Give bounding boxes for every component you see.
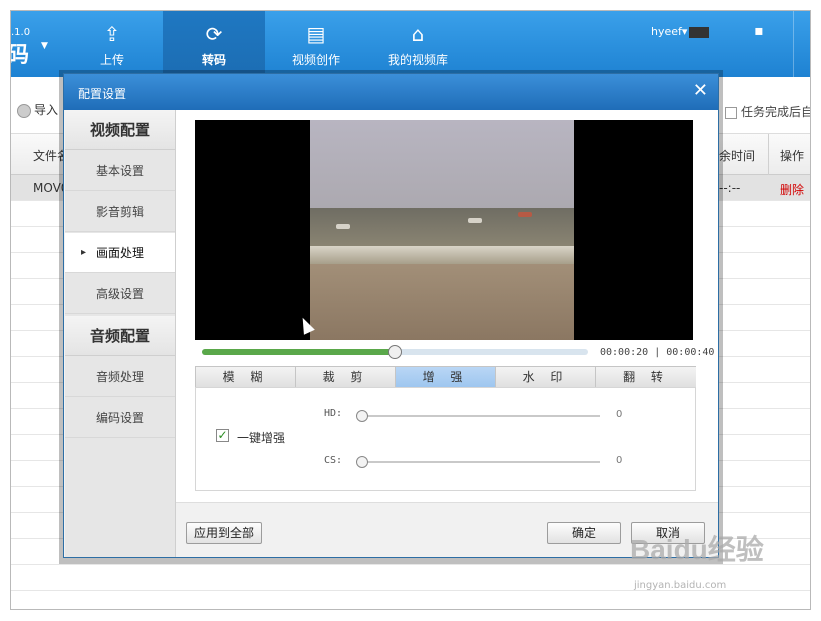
processing-tabs: 模 糊 裁 剪 增 强 水 印 翻 转 xyxy=(195,366,696,388)
user-menu[interactable]: hyeef▾ xyxy=(651,25,710,38)
sidebar-item-advanced-settings[interactable]: 高级设置 xyxy=(65,274,175,314)
username: hyeef xyxy=(651,25,682,38)
caret-icon: ▾ xyxy=(681,25,688,38)
total-time: 00:00:40 xyxy=(666,347,715,358)
top-navigation-bar: .1.0 码 ▼ ⇪ 上传 ⟳ 转码 ▤ 视频创作 ⌂ 我的视频库 hyeef▾… xyxy=(11,11,810,77)
config-sidebar: 视频配置 基本设置 影音剪辑 画面处理 高级设置 音频配置 音频处理 编码设置 xyxy=(65,110,176,557)
cs-slider[interactable] xyxy=(356,456,600,468)
tab-blur[interactable]: 模 糊 xyxy=(196,367,296,387)
video-boat xyxy=(336,224,350,229)
nav-video-create[interactable]: ▤ 视频创作 xyxy=(265,11,367,77)
column-action[interactable]: 操作 xyxy=(780,147,804,164)
sidebar-item-audio-processing[interactable]: 音频处理 xyxy=(65,357,175,397)
app-brand: .1.0 码 ▼ xyxy=(11,11,61,77)
nav-video-create-label: 视频创作 xyxy=(291,53,340,67)
home-icon: ⌂ xyxy=(411,22,425,46)
seek-progress xyxy=(202,349,395,355)
config-content: 00:00:20 | 00:00:40 模 糊 裁 剪 增 强 水 印 翻 转 … xyxy=(176,110,718,557)
video-boat xyxy=(518,212,532,217)
hd-slider-label: HD: xyxy=(324,408,343,419)
watermark-brand: Baidu经验 xyxy=(630,534,764,565)
convert-icon: ⟳ xyxy=(205,22,223,46)
cs-slider-label: CS: xyxy=(324,455,343,466)
import-button[interactable]: 导入 xyxy=(17,101,58,118)
column-divider xyxy=(768,134,769,176)
nav-video-library-label: 我的视频库 xyxy=(387,53,448,67)
video-frame xyxy=(310,120,574,340)
seek-bar[interactable] xyxy=(202,345,588,359)
task-done-label: 任务完成后自 xyxy=(741,105,811,119)
video-sky xyxy=(310,120,574,208)
watermark-url: jingyan.baidu.com xyxy=(634,580,727,591)
nav-upload-label: 上传 xyxy=(99,53,124,67)
apply-to-all-button[interactable]: 应用到全部 xyxy=(186,522,262,544)
app-name: 码 xyxy=(11,37,29,69)
film-icon: ▤ xyxy=(306,22,326,46)
dialog-title-bar[interactable]: 配置设置 ✕ xyxy=(64,74,718,110)
task-done-option[interactable]: 任务完成后自 xyxy=(725,103,811,120)
tab-flip[interactable]: 翻 转 xyxy=(596,367,696,387)
notification-icon[interactable]: ▪ xyxy=(751,23,767,39)
video-boat xyxy=(468,218,482,223)
nav-convert-label: 转码 xyxy=(201,53,226,67)
cs-value: 0 xyxy=(616,455,623,466)
ok-button[interactable]: 确定 xyxy=(547,522,621,544)
one-click-enhance-checkbox[interactable]: ✓ xyxy=(216,429,229,442)
chevron-down-icon[interactable]: ▼ xyxy=(41,41,48,51)
tab-crop[interactable]: 裁 剪 xyxy=(296,367,396,387)
current-time: 00:00:20 xyxy=(600,347,649,358)
video-config-header: 视频配置 xyxy=(65,110,175,150)
time-separator: | xyxy=(654,347,661,358)
nav-upload[interactable]: ⇪ 上传 xyxy=(61,11,163,77)
column-remaining-time[interactable]: 余时间 xyxy=(719,147,755,164)
delete-link[interactable]: 删除 xyxy=(780,181,804,198)
upload-icon: ⇪ xyxy=(103,22,121,46)
baidu-watermark: Baidu经验 jingyan.baidu.com xyxy=(630,528,810,598)
hd-slider[interactable] xyxy=(356,410,600,422)
sidebar-item-encoding-settings[interactable]: 编码设置 xyxy=(65,398,175,438)
config-dialog: 配置设置 ✕ 视频配置 基本设置 影音剪辑 画面处理 高级设置 音频配置 音频处… xyxy=(63,73,719,558)
time-readout: 00:00:20 | 00:00:40 xyxy=(600,347,714,358)
nav-video-library[interactable]: ⌂ 我的视频库 xyxy=(367,11,469,77)
dialog-title: 配置设置 xyxy=(78,87,127,101)
tab-enhance[interactable]: 增 强 xyxy=(396,367,496,387)
sidebar-item-av-editing[interactable]: 影音剪辑 xyxy=(65,192,175,232)
close-icon[interactable]: ✕ xyxy=(693,80,708,101)
hd-slider-handle[interactable] xyxy=(356,410,368,422)
cs-slider-handle[interactable] xyxy=(356,456,368,468)
import-icon xyxy=(17,103,31,118)
avatar xyxy=(689,26,710,38)
seek-handle[interactable] xyxy=(388,345,402,359)
nav-convert[interactable]: ⟳ 转码 xyxy=(163,11,265,77)
sidebar-item-picture-processing[interactable]: 画面处理 xyxy=(65,233,175,273)
enhance-panel: ✓ 一键增强 HD: 0 CS: 0 xyxy=(195,387,696,491)
video-preview[interactable] xyxy=(195,120,693,340)
divider xyxy=(793,11,794,77)
tab-watermark[interactable]: 水 印 xyxy=(496,367,596,387)
task-done-checkbox[interactable] xyxy=(725,106,737,119)
video-sand xyxy=(310,264,574,340)
video-foam xyxy=(310,246,574,264)
hd-value: 0 xyxy=(616,409,623,420)
sidebar-item-basic-settings[interactable]: 基本设置 xyxy=(65,151,175,191)
import-label: 导入 xyxy=(34,103,59,117)
audio-config-header: 音频配置 xyxy=(65,316,175,356)
one-click-enhance-label: 一键增强 xyxy=(237,431,286,445)
